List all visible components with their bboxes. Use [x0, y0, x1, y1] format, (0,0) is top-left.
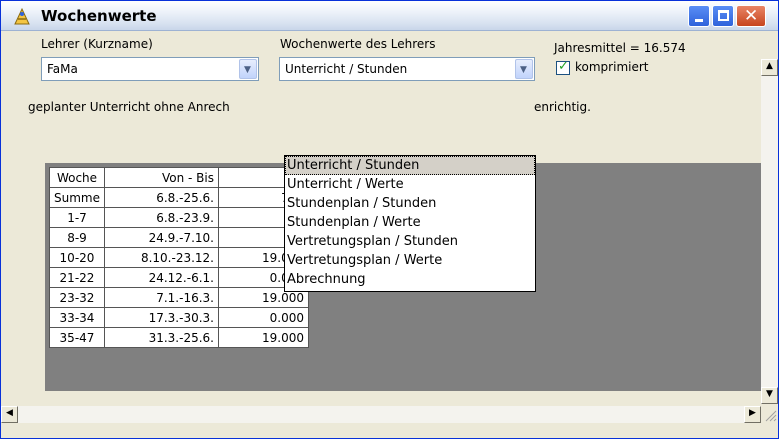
table-row[interactable]: 23-32 7.1.-16.3. 19.000 [49, 287, 309, 308]
cell-value[interactable]: 0.000 [217, 307, 309, 328]
scroll-up-button[interactable]: ▲ [761, 59, 778, 76]
annual-average-label: Jahresmittel = 16.574 [554, 41, 686, 55]
weekly-values-value: Unterricht / Stunden [285, 62, 408, 76]
cell-range[interactable]: 6.8.-25.6. [103, 187, 219, 208]
scroll-right-button[interactable]: ▶ [744, 406, 761, 423]
table-row[interactable]: 8-9 24.9.-7.10. 0 [49, 227, 309, 248]
table-row[interactable]: 33-34 17.3.-30.3. 0.000 [49, 307, 309, 328]
cell-range[interactable]: 6.8.-23.9. [103, 207, 219, 228]
arrow-down-icon: ▼ [766, 389, 773, 399]
info-text-left: geplanter Unterricht ohne Anrech [28, 100, 230, 114]
cell-week[interactable]: 21-22 [49, 267, 105, 288]
checkmark-icon: ✓ [558, 59, 569, 74]
minimize-icon [695, 19, 703, 22]
dropdown-option-abrechnung[interactable]: Abrechnung [285, 270, 535, 289]
cell-week[interactable]: Summe [49, 187, 105, 208]
teacher-value: FaMa [47, 62, 78, 76]
dropdown-option-stundenplan-stunden[interactable]: Stundenplan / Stunden [285, 194, 535, 213]
info-text-right: enrichtig. [534, 100, 591, 114]
cell-week[interactable]: 35-47 [49, 327, 105, 348]
header-range[interactable]: Von - Bis [103, 167, 219, 188]
weekly-values-label: Wochenwerte des Lehrers [280, 37, 436, 51]
title-bar[interactable]: Wochenwerte ✕ [1, 1, 778, 31]
maximize-button[interactable] [712, 5, 734, 27]
table-row[interactable]: 35-47 31.3.-25.6. 19.000 [49, 327, 309, 348]
table-row[interactable]: 10-20 8.10.-23.12. 19.000 [49, 247, 309, 268]
chevron-down-icon: ▼ [244, 65, 251, 75]
cell-range[interactable]: 8.10.-23.12. [103, 247, 219, 268]
arrow-right-icon: ▶ [749, 408, 756, 418]
arrow-left-icon: ◀ [6, 408, 13, 418]
dropdown-option-unterricht-werte[interactable]: Unterricht / Werte [285, 175, 535, 194]
cell-week[interactable]: 10-20 [49, 247, 105, 268]
close-icon: ✕ [744, 6, 759, 26]
wochenwerte-window: Wochenwerte ✕ Lehrer (Kurzname) FaMa ▼ W… [0, 0, 779, 439]
dropdown-option-stundenplan-werte[interactable]: Stundenplan / Werte [285, 213, 535, 232]
dropdown-option-unterricht-stunden[interactable]: Unterricht / Stunden [285, 156, 535, 175]
table-header-row: Woche Von - Bis U [49, 167, 309, 188]
weekly-values-combo[interactable]: Unterricht / Stunden ▼ [279, 57, 535, 81]
chevron-down-icon: ▼ [520, 65, 527, 75]
table-row[interactable]: Summe 6.8.-25.6. 779 [49, 187, 309, 208]
close-button[interactable]: ✕ [736, 5, 766, 27]
scroll-down-button[interactable]: ▼ [761, 387, 778, 404]
header-week[interactable]: Woche [49, 167, 105, 188]
teacher-label: Lehrer (Kurzname) [41, 37, 153, 51]
compressed-label: komprimiert [575, 60, 649, 74]
scroll-left-button[interactable]: ◀ [1, 406, 18, 423]
dropdown-option-vertretungsplan-stunden[interactable]: Vertretungsplan / Stunden [285, 232, 535, 251]
cell-range[interactable]: 7.1.-16.3. [103, 287, 219, 308]
cell-range[interactable]: 31.3.-25.6. [103, 327, 219, 348]
weekly-values-dropdown-button[interactable]: ▼ [515, 59, 533, 79]
minimize-button[interactable] [688, 5, 710, 27]
arrow-up-icon: ▲ [766, 61, 773, 71]
teacher-combo[interactable]: FaMa ▼ [41, 57, 259, 81]
cell-range[interactable]: 24.9.-7.10. [103, 227, 219, 248]
weekly-values-dropdown-list: Unterricht / Stunden Unterricht / Werte … [284, 155, 536, 292]
window-title: Wochenwerte [41, 7, 157, 25]
cell-range[interactable]: 24.12.-6.1. [103, 267, 219, 288]
cell-range[interactable]: 17.3.-30.3. [103, 307, 219, 328]
compressed-checkbox[interactable]: ✓ [556, 59, 570, 75]
table-row[interactable]: 1-7 6.8.-23.9. 19 [49, 207, 309, 228]
teacher-dropdown-button[interactable]: ▼ [239, 59, 257, 79]
cell-week[interactable]: 33-34 [49, 307, 105, 328]
resize-grip-icon[interactable] [761, 406, 778, 423]
horizontal-scrollbar[interactable]: ◀ ▶ [1, 406, 761, 423]
cell-week[interactable]: 8-9 [49, 227, 105, 248]
app-icon [14, 7, 30, 25]
cell-value[interactable]: 19.000 [217, 327, 309, 348]
window-content: Lehrer (Kurzname) FaMa ▼ Wochenwerte des… [7, 35, 761, 401]
vertical-scrollbar[interactable]: ▲ ▼ [761, 59, 778, 404]
cell-week[interactable]: 23-32 [49, 287, 105, 308]
weekly-values-table: Woche Von - Bis U Summe 6.8.-25.6. 779 1… [49, 167, 309, 348]
maximize-icon [718, 10, 729, 21]
dropdown-option-vertretungsplan-werte[interactable]: Vertretungsplan / Werte [285, 251, 535, 270]
cell-week[interactable]: 1-7 [49, 207, 105, 228]
table-row[interactable]: 21-22 24.12.-6.1. 0.000 [49, 267, 309, 288]
